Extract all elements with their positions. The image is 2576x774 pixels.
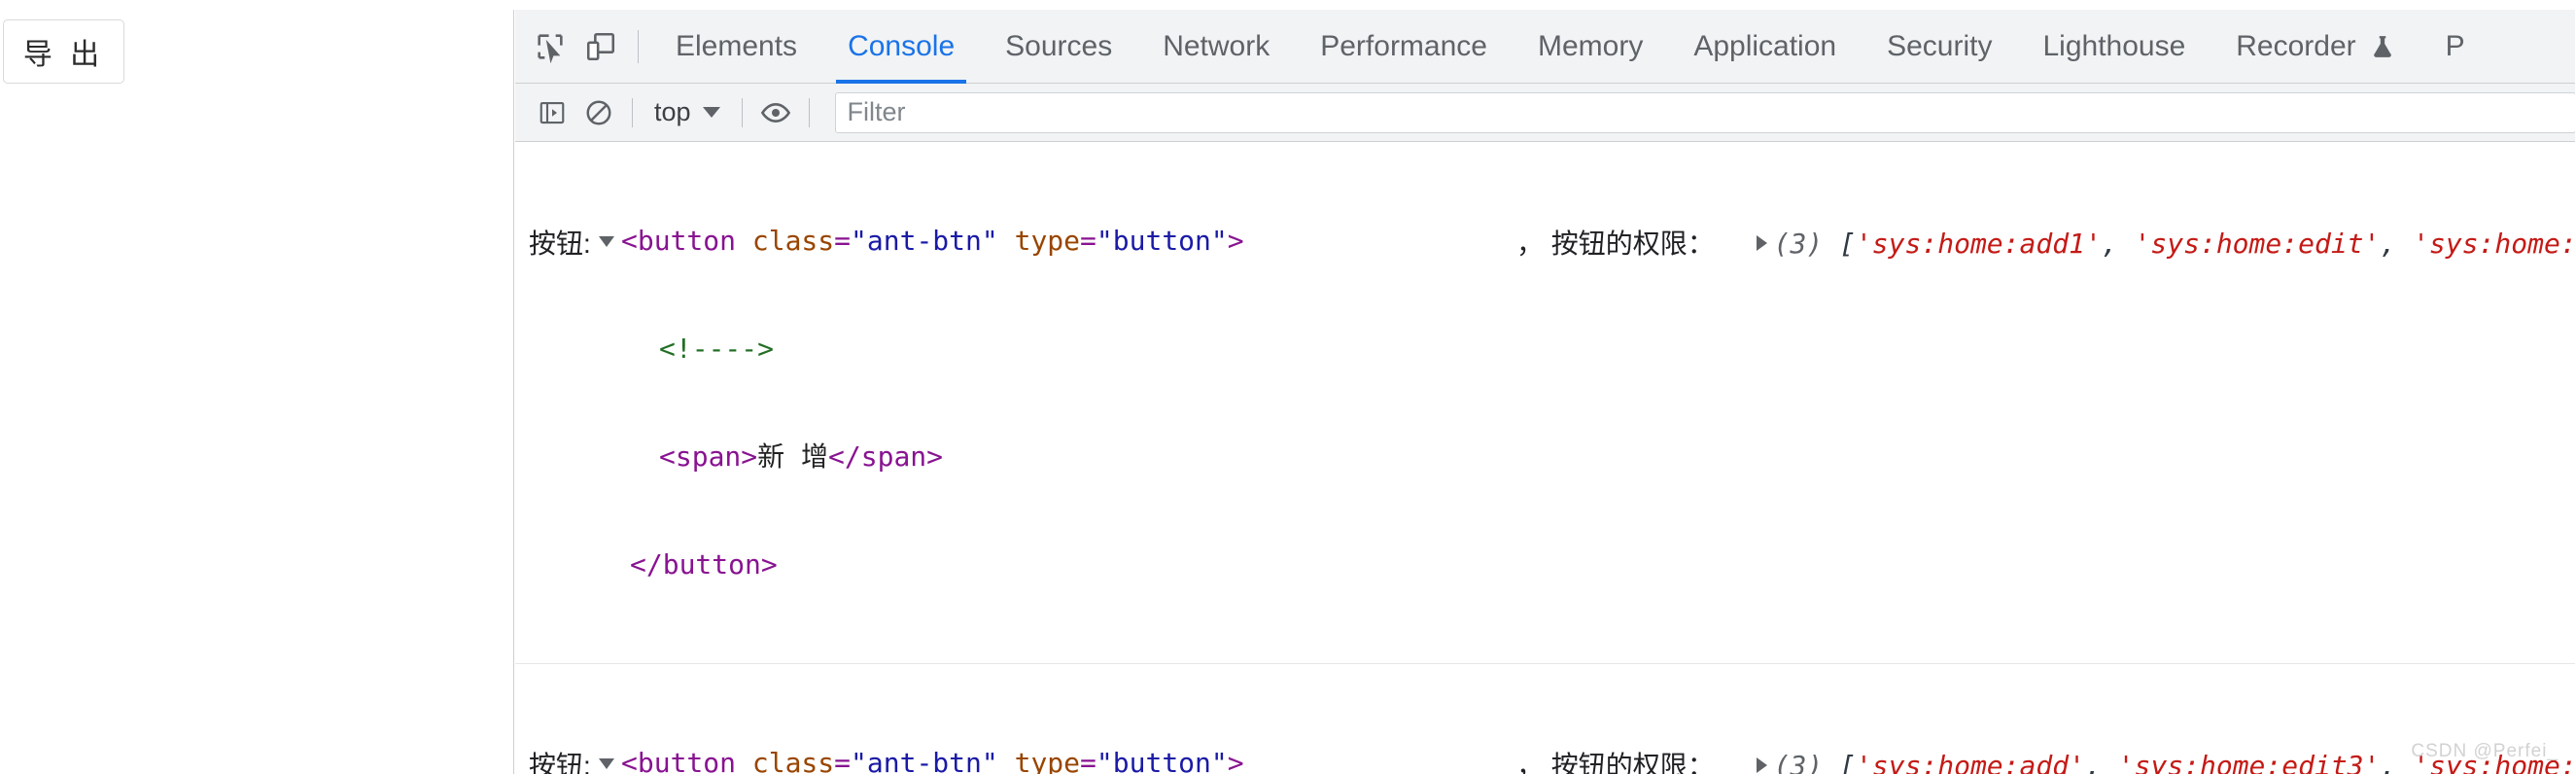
devtools-tabbar: Elements Console Sources Network Perform… <box>515 10 2576 84</box>
tab-network-label: Network <box>1163 29 1271 62</box>
tab-console-label: Console <box>848 29 956 62</box>
execution-context-value: top <box>654 97 691 126</box>
tab-security[interactable]: Security <box>1862 10 2017 84</box>
array-item: 'sys:home:add1' <box>1855 228 2102 260</box>
console-filterbar: top <box>515 84 2576 142</box>
expand-triangle-icon[interactable] <box>599 758 614 769</box>
filterbar-divider-1 <box>632 97 633 127</box>
permissions-array-label: ， 按钮的权限： <box>1516 229 1715 259</box>
tab-memory-label: Memory <box>1537 29 1644 62</box>
array-expand-triangle-icon[interactable] <box>1756 235 1767 251</box>
message-prefix-label: 按钮: <box>529 229 591 259</box>
permissions-array[interactable]: ， 按钮的权限： (3) ['sys:home:add1', 'sys:home… <box>1516 223 2576 262</box>
filterbar-divider-2 <box>741 97 743 127</box>
tab-recorder[interactable]: Recorder <box>2210 10 2419 84</box>
console-message[interactable]: 按钮: <button class="ant-btn" type="button… <box>515 142 2576 664</box>
cursor-select-icon[interactable] <box>525 21 575 72</box>
no-entry-icon[interactable] <box>575 89 622 136</box>
tab-lighthouse[interactable]: Lighthouse <box>2017 10 2210 84</box>
tab-performance-label: Performance <box>1320 29 1487 62</box>
message-prefix-label: 按钮: <box>529 751 591 774</box>
export-button[interactable]: 导 出 <box>3 19 124 84</box>
array-item: 'sys:home:edit3' <box>2117 750 2381 774</box>
devtools-panel: Elements Console Sources Network Perform… <box>515 10 2576 774</box>
tab-network[interactable]: Network <box>1137 10 1295 84</box>
console-sidebar-icon[interactable] <box>529 89 575 136</box>
execution-context-select[interactable]: top <box>643 93 732 131</box>
tab-elements[interactable]: Elements <box>650 10 822 84</box>
array-count: (3) <box>1773 750 1824 774</box>
tab-lighthouse-label: Lighthouse <box>2042 29 2186 62</box>
array-item: 'sys:home:edit2' <box>2413 228 2576 260</box>
filter-input[interactable] <box>834 91 2576 133</box>
tab-recorder-label: Recorder <box>2236 29 2356 62</box>
tab-application-label: Application <box>1693 29 1837 62</box>
tab-overflow[interactable]: P <box>2420 10 2490 84</box>
permissions-array-label: ， 按钮的权限： <box>1516 751 1715 774</box>
tab-application[interactable]: Application <box>1668 10 1862 84</box>
array-expand-triangle-icon[interactable] <box>1756 757 1767 773</box>
tab-elements-label: Elements <box>676 29 798 62</box>
array-item: 'sys:home:edit' <box>2134 228 2381 260</box>
console-messages-list[interactable]: 按钮: <button class="ant-btn" type="button… <box>515 142 2576 774</box>
tab-overflow-label: P <box>2445 29 2465 62</box>
tab-security-label: Security <box>1887 29 1993 62</box>
watermark: CSDN @Perfei_ <box>2411 741 2559 761</box>
flask-icon <box>2370 33 2395 60</box>
console-message[interactable]: 按钮: <button class="ant-btn" type="button… <box>515 664 2576 774</box>
tab-sources[interactable]: Sources <box>980 10 1137 84</box>
toolbar-divider <box>638 29 639 63</box>
tab-console[interactable]: Console <box>822 10 980 84</box>
tab-memory[interactable]: Memory <box>1513 10 1668 84</box>
expand-triangle-icon[interactable] <box>599 236 614 247</box>
chevron-down-icon <box>702 107 720 118</box>
screenshot-root: 导 出 Elements Console Sources Network Per… <box>0 0 2576 774</box>
array-count: (3) <box>1773 228 1824 260</box>
tab-sources-label: Sources <box>1005 29 1113 62</box>
browser-top-strip <box>0 0 2576 10</box>
inspected-page-pane: 导 出 <box>0 10 514 774</box>
device-toolbar-icon[interactable] <box>575 21 626 72</box>
live-expression-eye-icon[interactable] <box>752 89 799 136</box>
filterbar-divider-3 <box>808 97 810 127</box>
tab-performance[interactable]: Performance <box>1295 10 1513 84</box>
array-item: 'sys:home:add' <box>1855 750 2085 774</box>
